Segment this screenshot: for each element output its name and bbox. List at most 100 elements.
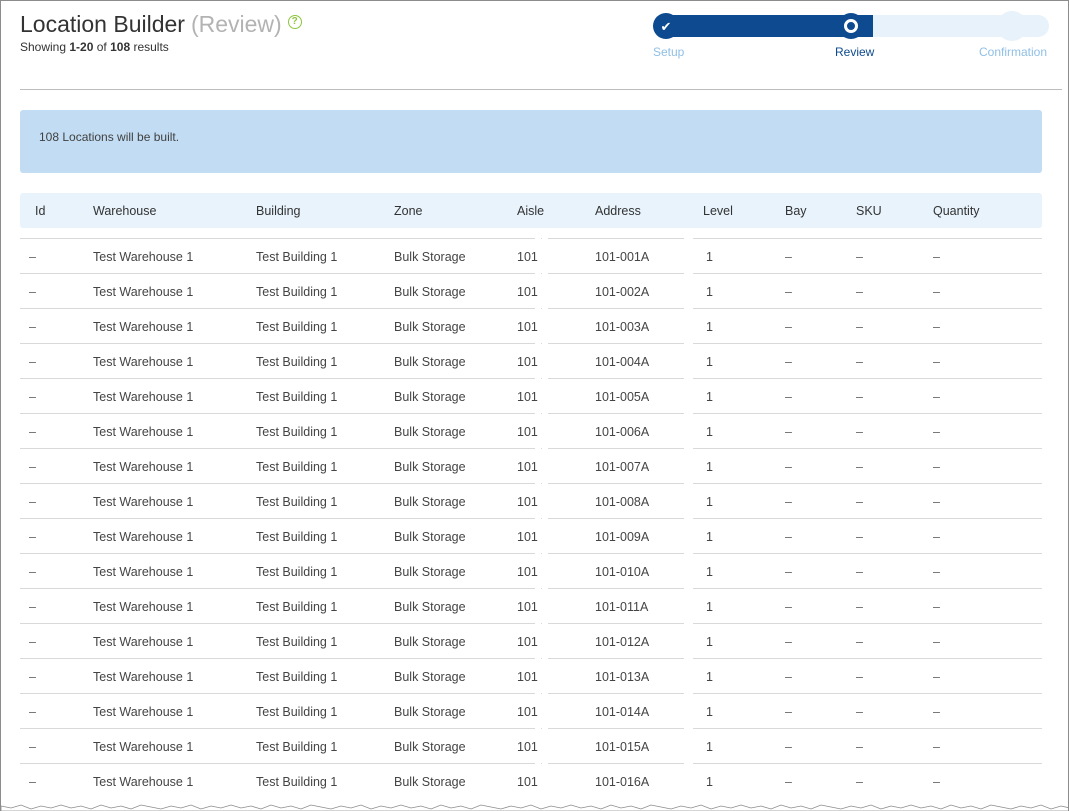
column-header-sku[interactable]: SKU xyxy=(856,204,882,218)
column-header-zone[interactable]: Zone xyxy=(394,204,423,218)
cell-id: – xyxy=(29,670,36,684)
cell-level: 1 xyxy=(706,705,713,719)
column-header-address[interactable]: Address xyxy=(595,204,641,218)
row-divider-gap xyxy=(535,763,541,765)
table-row[interactable]: – Test Warehouse 1 Test Building 1 Bulk Sto… xyxy=(20,448,1042,483)
cell-zone: Bulk Storage xyxy=(394,740,466,754)
table-row[interactable]: – Test Warehouse 1 Test Building 1 Bulk Sto… xyxy=(20,413,1042,448)
row-divider-gap xyxy=(687,378,693,380)
cell-level: 1 xyxy=(706,355,713,369)
table-row[interactable]: – Test Warehouse 1 Test Building 1 Bulk Sto… xyxy=(20,308,1042,343)
row-divider-gap xyxy=(687,413,693,415)
cell-quantity: – xyxy=(933,320,940,334)
row-divider-gap xyxy=(687,553,693,555)
stepper-end-cap xyxy=(997,11,1027,41)
row-divider-gap xyxy=(687,238,693,240)
cell-warehouse: Test Warehouse 1 xyxy=(93,425,194,439)
cell-aisle: 101 xyxy=(517,600,538,614)
page-title: Location Builder xyxy=(20,11,185,37)
step-setup-complete[interactable]: ✔ xyxy=(653,13,679,39)
row-divider-gap xyxy=(687,658,693,660)
table-row[interactable]: – Test Warehouse 1 Test Building 1 Bulk Sto… xyxy=(20,378,1042,413)
table-row[interactable]: – Test Warehouse 1 Test Building 1 Bulk Sto… xyxy=(20,483,1042,518)
cell-id: – xyxy=(29,320,36,334)
cell-bay: – xyxy=(785,285,792,299)
column-header-level[interactable]: Level xyxy=(703,204,733,218)
step-label-setup[interactable]: Setup xyxy=(653,45,684,59)
step-review-current[interactable] xyxy=(838,13,864,39)
table-row[interactable]: – Test Warehouse 1 Test Building 1 Bulk Sto… xyxy=(20,238,1042,273)
cell-id: – xyxy=(29,600,36,614)
row-divider-gap xyxy=(535,413,541,415)
column-header-bay[interactable]: Bay xyxy=(785,204,807,218)
cell-building: Test Building 1 xyxy=(256,775,338,789)
cell-aisle: 101 xyxy=(517,460,538,474)
row-divider-gap xyxy=(687,343,693,345)
cell-id: – xyxy=(29,775,36,789)
cell-address: 101-002A xyxy=(595,285,650,299)
cell-level: 1 xyxy=(706,530,713,544)
cell-zone: Bulk Storage xyxy=(394,775,466,789)
table-row[interactable]: – Test Warehouse 1 Test Building 1 Bulk Sto… xyxy=(20,518,1042,553)
table-row[interactable]: – Test Warehouse 1 Test Building 1 Bulk Sto… xyxy=(20,763,1042,798)
cell-aisle: 101 xyxy=(517,705,538,719)
cell-address: 101-003A xyxy=(595,320,650,334)
step-label-confirmation[interactable]: Confirmation xyxy=(979,45,1047,59)
row-divider-gap xyxy=(535,273,541,275)
cell-bay: – xyxy=(785,705,792,719)
table-row[interactable]: – Test Warehouse 1 Test Building 1 Bulk Sto… xyxy=(20,273,1042,308)
row-divider-gap xyxy=(535,308,541,310)
table-row[interactable]: – Test Warehouse 1 Test Building 1 Bulk Sto… xyxy=(20,343,1042,378)
cell-level: 1 xyxy=(706,425,713,439)
cell-building: Test Building 1 xyxy=(256,530,338,544)
row-divider-gap xyxy=(542,623,548,625)
cell-quantity: – xyxy=(933,600,940,614)
cell-zone: Bulk Storage xyxy=(394,495,466,509)
cell-warehouse: Test Warehouse 1 xyxy=(93,635,194,649)
table-row[interactable]: – Test Warehouse 1 Test Building 1 Bulk Sto… xyxy=(20,623,1042,658)
row-divider-gap xyxy=(542,658,548,660)
column-header-quantity[interactable]: Quantity xyxy=(933,204,980,218)
cell-level: 1 xyxy=(706,775,713,789)
cell-warehouse: Test Warehouse 1 xyxy=(93,775,194,789)
row-divider-gap xyxy=(535,518,541,520)
cell-building: Test Building 1 xyxy=(256,705,338,719)
cell-zone: Bulk Storage xyxy=(394,460,466,474)
row-divider-gap xyxy=(535,553,541,555)
step-label-review[interactable]: Review xyxy=(835,45,874,59)
cell-building: Test Building 1 xyxy=(256,355,338,369)
cell-sku: – xyxy=(856,530,863,544)
cell-building: Test Building 1 xyxy=(256,740,338,754)
table-row[interactable]: – Test Warehouse 1 Test Building 1 Bulk Sto… xyxy=(20,553,1042,588)
cell-address: 101-013A xyxy=(595,670,650,684)
cell-zone: Bulk Storage xyxy=(394,425,466,439)
column-header-warehouse[interactable]: Warehouse xyxy=(93,204,156,218)
cell-building: Test Building 1 xyxy=(256,320,338,334)
cell-id: – xyxy=(29,460,36,474)
row-divider-gap xyxy=(535,483,541,485)
row-divider-gap xyxy=(687,483,693,485)
location-builder-page: Location Builder (Review) ? Showing 1-20… xyxy=(0,0,1069,811)
cell-aisle: 101 xyxy=(517,425,538,439)
table-row[interactable]: – Test Warehouse 1 Test Building 1 Bulk Sto… xyxy=(20,658,1042,693)
cell-level: 1 xyxy=(706,285,713,299)
row-divider-gap xyxy=(542,413,548,415)
table-row[interactable]: – Test Warehouse 1 Test Building 1 Bulk Sto… xyxy=(20,728,1042,763)
row-divider-gap xyxy=(542,238,548,240)
row-divider-gap xyxy=(542,273,548,275)
table-row[interactable]: – Test Warehouse 1 Test Building 1 Bulk Sto… xyxy=(20,588,1042,623)
cell-sku: – xyxy=(856,740,863,754)
table-row[interactable]: – Test Warehouse 1 Test Building 1 Bulk Sto… xyxy=(20,693,1042,728)
column-header-building[interactable]: Building xyxy=(256,204,300,218)
row-divider-gap xyxy=(687,273,693,275)
cell-warehouse: Test Warehouse 1 xyxy=(93,670,194,684)
cell-quantity: – xyxy=(933,390,940,404)
column-header-aisle[interactable]: Aisle xyxy=(517,204,544,218)
cell-quantity: – xyxy=(933,565,940,579)
column-header-id[interactable]: Id xyxy=(35,204,45,218)
question-circle-icon[interactable]: ? xyxy=(287,15,302,29)
table-header-row: Id Warehouse Building Zone Aisle Address… xyxy=(20,193,1042,228)
cell-address: 101-015A xyxy=(595,740,650,754)
cell-zone: Bulk Storage xyxy=(394,565,466,579)
cell-building: Test Building 1 xyxy=(256,670,338,684)
